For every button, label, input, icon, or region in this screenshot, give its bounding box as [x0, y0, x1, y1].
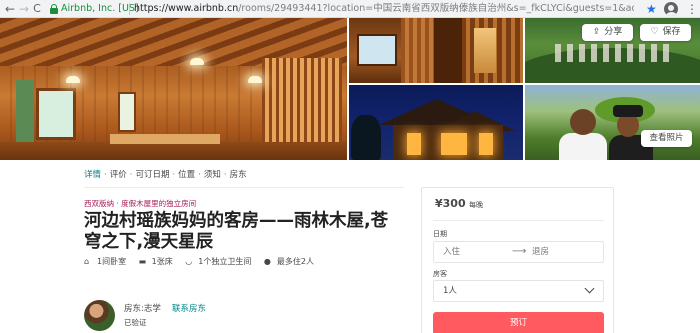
share-button[interactable]: ⇪ 分享 [582, 24, 633, 41]
photo-room-window[interactable] [349, 18, 434, 83]
amenities-row: ⌂ 1间卧室 ▬ 1张床 ◡ 1个独立卫生间 ● 最多住2人 [84, 256, 324, 268]
subnav-item-location[interactable]: 位置 [178, 169, 195, 181]
subnav-item-availability[interactable]: 可订日期 [135, 169, 169, 181]
amenity-bedrooms: ⌂ 1间卧室 [84, 257, 127, 266]
checkin-field[interactable]: 入住 [443, 246, 460, 258]
subnav-item-details[interactable]: 详情 [84, 169, 101, 181]
bedroom-icon: ⌂ [84, 257, 90, 266]
chevron-down-icon [584, 283, 595, 294]
bath-icon: ◡ [185, 257, 193, 266]
account-icon[interactable] [664, 2, 678, 16]
heart-icon: ♡ [650, 27, 659, 37]
subnav-item-reviews[interactable]: 评价 [110, 169, 127, 181]
photo-house-night[interactable] [349, 85, 523, 160]
address-bar[interactable]: https://www.airbnb.cn/rooms/29493441?loc… [134, 2, 634, 16]
photo-hosts-portrait[interactable] [525, 85, 700, 160]
subnav-item-rules[interactable]: 须知 [204, 169, 221, 181]
site-identity[interactable]: Airbnb, Inc. [US] [61, 2, 139, 16]
save-button[interactable]: ♡ 保存 [640, 24, 691, 41]
amenity-bathroom: ◡ 1个独立卫生间 [185, 257, 252, 266]
subnav-item-host[interactable]: 房东 [230, 169, 247, 181]
host-name: 房东:志学 [124, 304, 161, 314]
book-button[interactable]: 预订 [433, 312, 604, 333]
save-label: 保存 [662, 27, 681, 37]
photo-wood-wall[interactable] [434, 18, 523, 83]
browser-toolbar: ← → C Airbnb, Inc. [US] https://www.airb… [0, 0, 700, 18]
lock-icon [50, 4, 58, 14]
share-label: 分享 [604, 27, 623, 37]
listing-title: 河边村瑶族妈妈的客房——雨林木屋,苍穹之下,漫天星辰 [84, 211, 389, 252]
amenity-beds: ▬ 1张床 [138, 257, 173, 266]
listing-subnav: 详情 · 评价 · 可订日期 · 位置 · 须知 · 房东 [84, 169, 247, 181]
browser-menu-icon[interactable]: ⋮ [686, 1, 698, 17]
dates-label: 日期 [433, 230, 447, 238]
bookmark-star-icon[interactable]: ★ [646, 1, 657, 17]
verified-badge: 已验证 [124, 318, 147, 327]
divider [84, 187, 404, 188]
url-path: /rooms/29493441?location=中国云南省西双版纳傣族自治州&… [238, 3, 634, 14]
listing-type-label: 西双版纳 · 度假木屋里的独立房间 [84, 199, 197, 208]
divider [433, 220, 604, 221]
contact-host-link[interactable]: 联系房东 [172, 303, 206, 315]
back-arrow-icon[interactable]: ← [3, 1, 17, 17]
url-host: https://www.airbnb.cn [134, 3, 239, 14]
guests-label: 房客 [433, 270, 447, 278]
photo-gallery: ⇪ 分享 ♡ 保存 查看照片 [0, 18, 700, 160]
price-unit: 每晚 [469, 201, 483, 209]
checkout-field[interactable]: 退房 [532, 246, 549, 258]
bed-icon: ▬ [138, 257, 147, 266]
guests-value: 1人 [443, 286, 457, 296]
forward-arrow-icon[interactable]: → [17, 1, 31, 17]
arrow-right-icon: ⟶ [512, 246, 527, 257]
guests-select[interactable]: 1人 [433, 280, 604, 302]
booking-card: ¥300 每晚 日期 入住 ⟶ 退房 房客 1人 预订 [421, 187, 614, 333]
date-range-picker: 入住 ⟶ 退房 [433, 241, 604, 263]
reload-icon[interactable]: C [30, 1, 44, 17]
share-icon: ⇪ [592, 27, 601, 37]
avatar[interactable] [84, 300, 115, 331]
guests-icon: ● [263, 257, 271, 266]
url-separator [129, 3, 130, 15]
photo-main-interior[interactable] [0, 18, 347, 160]
nightly-price: ¥300 [435, 197, 466, 210]
view-photos-button[interactable]: 查看照片 [641, 130, 692, 147]
amenity-guests: ● 最多住2人 [263, 257, 315, 266]
